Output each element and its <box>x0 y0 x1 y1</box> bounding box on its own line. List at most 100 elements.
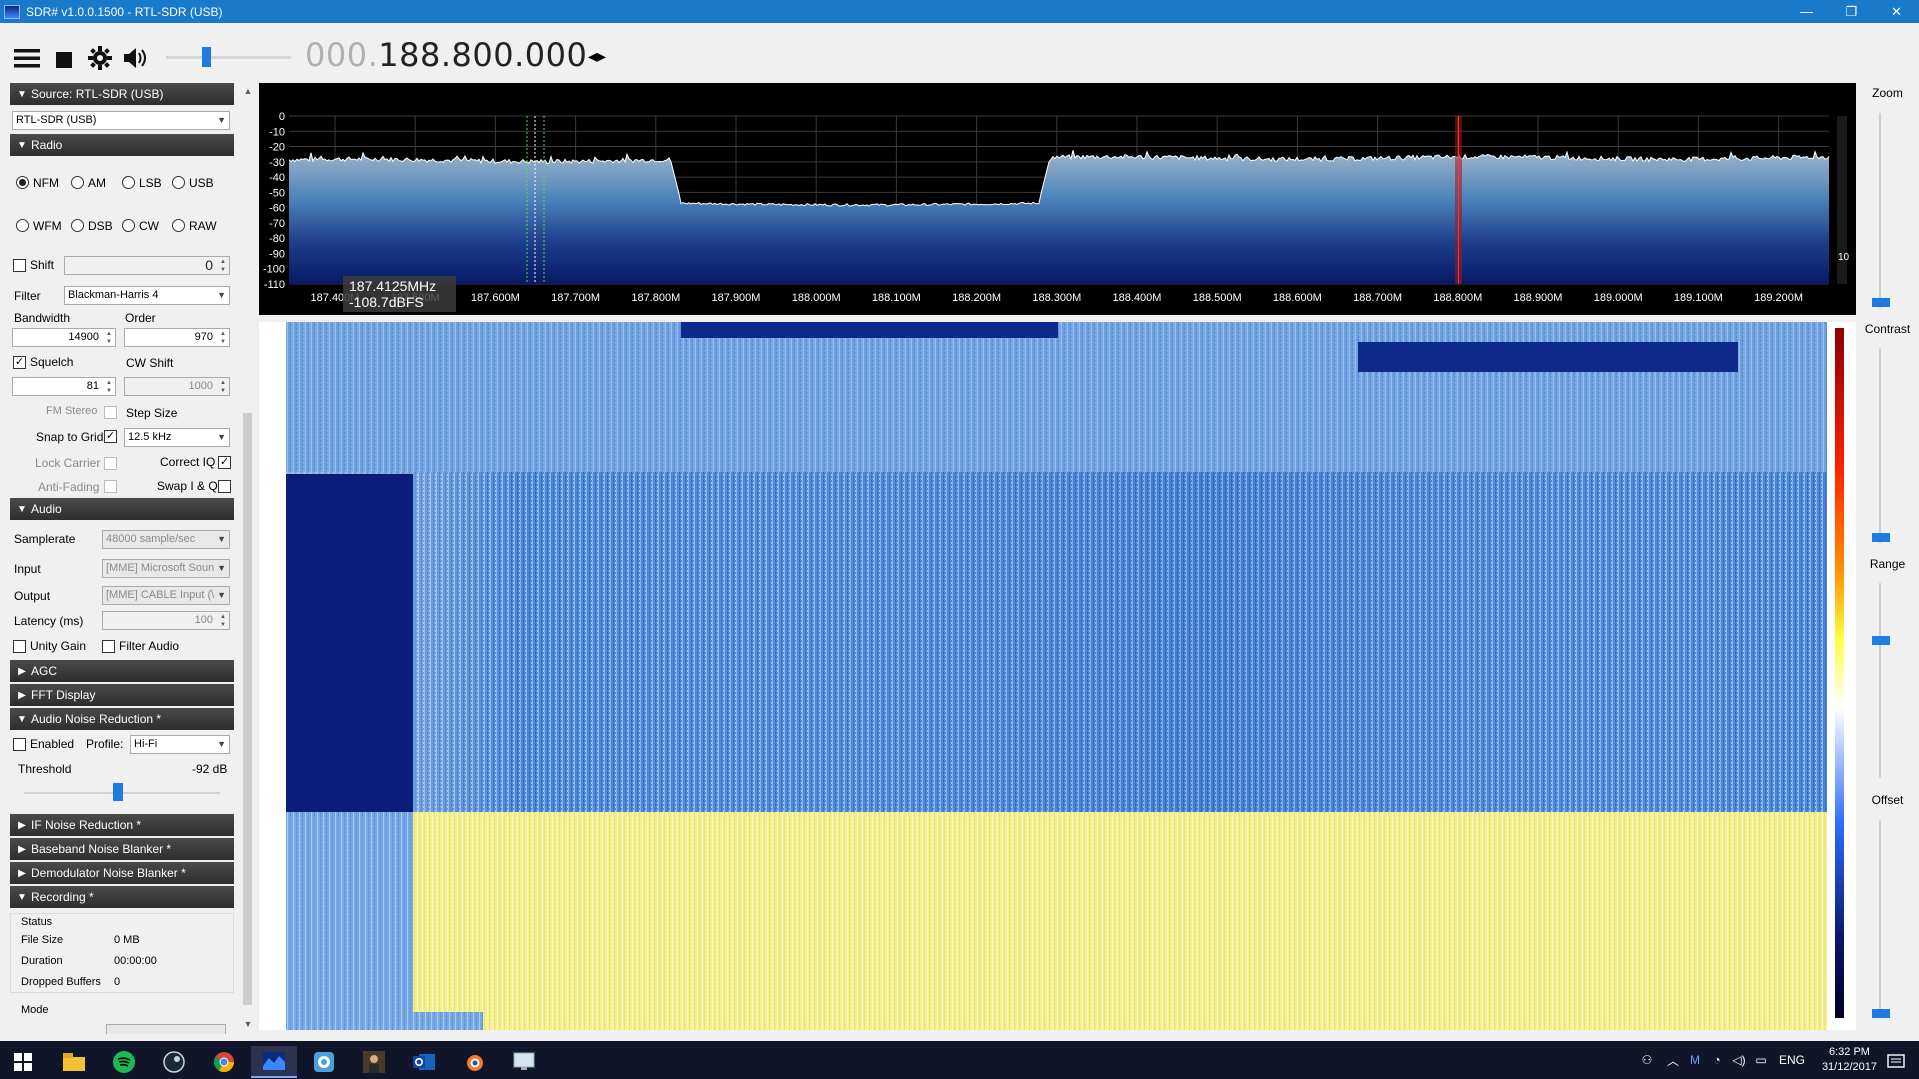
volume-slider-thumb[interactable] <box>202 47 212 67</box>
frequency-tick-label: 188.900M <box>1514 292 1563 304</box>
lockcarrier-checkbox[interactable] <box>104 457 117 470</box>
remote-desktop-icon[interactable] <box>501 1046 547 1078</box>
samplerate-select[interactable]: 48000 sample/sec ▼ <box>102 530 230 549</box>
section-fft-label: FFT Display <box>31 688 96 702</box>
sdrsharp-taskbar-icon[interactable] <box>251 1046 297 1078</box>
section-recording[interactable]: ▼ Recording * <box>10 886 234 908</box>
squelch-field[interactable]: 81 ▲ ▼ <box>12 377 116 396</box>
step-size-select[interactable]: 12.5 kHz ▼ <box>124 428 230 447</box>
squelch-checkbox[interactable]: ✓ <box>13 356 26 369</box>
cwshift-field[interactable]: 1000 ▲ ▼ <box>124 377 230 396</box>
zoom-slider-thumb[interactable] <box>1872 298 1890 307</box>
threshold-slider-thumb[interactable] <box>113 783 124 801</box>
latency-field[interactable]: 100 ▲ ▼ <box>102 611 230 630</box>
recording-format-select[interactable] <box>106 1024 226 1034</box>
anr-enabled-checkbox[interactable] <box>13 738 26 751</box>
offset-slider-track[interactable] <box>1879 820 1881 1015</box>
file-explorer-icon[interactable] <box>51 1046 97 1078</box>
restore-button[interactable]: ❐ <box>1829 0 1874 23</box>
section-source[interactable]: ▼ Source: RTL-SDR (USB) <box>10 83 234 105</box>
range-slider-track[interactable] <box>1879 583 1881 778</box>
section-fft-display[interactable]: ▶ FFT Display <box>10 684 234 706</box>
people-icon[interactable]: ⚇ <box>1632 1053 1662 1067</box>
antifading-checkbox[interactable] <box>104 480 117 493</box>
spinner-arrows-icon[interactable]: ▲ ▼ <box>218 613 228 629</box>
chrome-icon[interactable] <box>201 1046 247 1078</box>
shift-value-field[interactable]: 0 ▲ ▼ <box>64 256 230 275</box>
section-radio[interactable]: ▼ Radio <box>10 134 234 156</box>
spinner-arrows-icon[interactable]: ▲ ▼ <box>218 258 228 274</box>
control-panel-scrollbar[interactable]: ▲ ▼ <box>242 83 254 1034</box>
range-slider-thumb[interactable] <box>1872 636 1890 645</box>
section-audio[interactable]: ▼ Audio <box>10 498 234 520</box>
threshold-label: Threshold <box>18 762 72 776</box>
chevron-down-icon: ▼ <box>217 290 226 300</box>
game-app-icon[interactable] <box>351 1046 397 1078</box>
mode-radio-am[interactable] <box>71 176 84 189</box>
spectrum-waterfall-splitter[interactable] <box>259 315 1856 322</box>
battery-icon[interactable]: ▭ <box>1750 1053 1772 1067</box>
taskbar-clock[interactable]: 6:32 PM 31/12/2017 <box>1822 1045 1877 1075</box>
filter-select[interactable]: Blackman-Harris 4 ▼ <box>64 286 230 305</box>
scroll-up-icon[interactable]: ▲ <box>242 86 254 96</box>
spinner-arrows-icon[interactable]: ▲ ▼ <box>218 330 228 346</box>
anr-profile-select[interactable]: Hi-Fi ▼ <box>130 735 230 754</box>
outlook-icon[interactable] <box>401 1046 447 1078</box>
mode-radio-raw[interactable] <box>172 219 185 232</box>
spinner-arrows-icon[interactable]: ▲ ▼ <box>104 330 114 346</box>
scroll-down-icon[interactable]: ▼ <box>242 1019 254 1029</box>
action-center-icon[interactable] <box>1873 1046 1919 1078</box>
offset-slider-thumb[interactable] <box>1872 1009 1890 1018</box>
bandwidth-field[interactable]: 14900 ▲ ▼ <box>12 328 116 347</box>
order-field[interactable]: 970 ▲ ▼ <box>124 328 230 347</box>
contrast-slider-track[interactable] <box>1879 348 1881 543</box>
malwarebytes-icon[interactable]: M <box>1684 1053 1706 1067</box>
audio-output-select[interactable]: [MME] CABLE Input (\ ▼ <box>102 586 230 605</box>
chevron-up-icon[interactable]: ︿ <box>1662 1052 1684 1069</box>
browser-icon[interactable] <box>301 1046 347 1078</box>
swapiq-checkbox[interactable] <box>218 480 231 493</box>
spinner-arrows-icon[interactable]: ▲ ▼ <box>218 379 228 395</box>
correctiq-checkbox[interactable]: ✓ <box>218 456 231 469</box>
speaker-icon[interactable] <box>123 47 149 73</box>
section-demodulator-noise-blanker[interactable]: ▶ Demodulator Noise Blanker * <box>10 862 234 884</box>
filteraudio-checkbox[interactable] <box>102 640 115 653</box>
unitygain-checkbox[interactable] <box>13 640 26 653</box>
spectrum-analyzer[interactable]: 0 -10 -20 -30 -40 -50 -60 -70 -80 -90 -100 -110 187… <box>259 83 1856 315</box>
source-device-select[interactable]: RTL-SDR (USB) ▼ <box>12 111 230 130</box>
waterfall-display[interactable] <box>259 322 1856 1030</box>
scrollbar-thumb[interactable] <box>243 413 252 1005</box>
close-button[interactable]: ✕ <box>1874 0 1919 23</box>
mode-radio-cw[interactable] <box>122 219 135 232</box>
snap-to-grid-checkbox[interactable]: ✓ <box>104 430 117 443</box>
hamburger-menu-icon[interactable] <box>14 47 40 73</box>
section-agc[interactable]: ▶ AGC <box>10 660 234 682</box>
network-icon[interactable]: ◔ <box>1706 1053 1728 1067</box>
frequency-display[interactable]: 000.188.800.000 <box>305 36 587 74</box>
mode-radio-lsb[interactable] <box>122 176 135 189</box>
section-if-noise-reduction[interactable]: ▶ IF Noise Reduction * <box>10 814 234 836</box>
windows-start-icon[interactable] <box>0 1046 46 1078</box>
steam-icon[interactable] <box>151 1046 197 1078</box>
mode-radio-wfm[interactable] <box>16 219 29 232</box>
audio-input-select[interactable]: [MME] Microsoft Soun ▼ <box>102 559 230 578</box>
fmstereo-checkbox[interactable] <box>104 406 117 419</box>
blender-icon[interactable] <box>451 1046 497 1078</box>
section-baseband-noise-blanker[interactable]: ▶ Baseband Noise Blanker * <box>10 838 234 860</box>
contrast-slider-thumb[interactable] <box>1872 533 1890 542</box>
mode-radio-nfm[interactable] <box>16 176 29 189</box>
spinner-arrows-icon[interactable]: ▲ ▼ <box>104 379 114 395</box>
tuning-arrows-icon[interactable]: ◂▸ <box>588 46 606 67</box>
volume-slider-track[interactable] <box>166 56 291 59</box>
spotify-icon[interactable] <box>101 1046 147 1078</box>
section-audio-noise-reduction[interactable]: ▼ Audio Noise Reduction * <box>10 708 234 730</box>
mode-radio-dsb[interactable] <box>71 219 84 232</box>
language-indicator[interactable]: ENG <box>1772 1053 1812 1067</box>
gear-icon[interactable] <box>88 46 112 74</box>
volume-tray-icon[interactable]: ◁) <box>1728 1053 1750 1067</box>
stop-icon[interactable] <box>56 50 72 72</box>
zoom-slider-track[interactable] <box>1879 113 1881 308</box>
shift-checkbox[interactable] <box>13 259 26 272</box>
minimize-button[interactable]: — <box>1784 0 1829 23</box>
mode-radio-usb[interactable] <box>172 176 185 189</box>
